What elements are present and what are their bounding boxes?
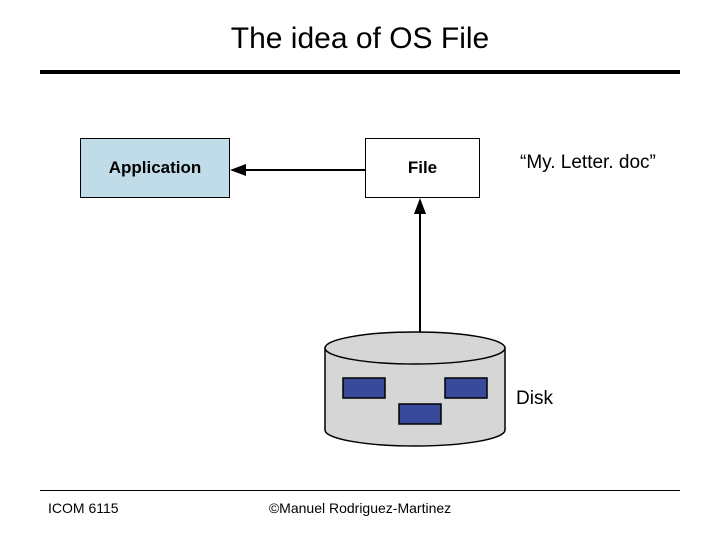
disk-icon	[323, 330, 507, 448]
slide: The idea of OS File Application File “My…	[0, 0, 720, 540]
arrow-app-file	[230, 160, 365, 180]
title-divider	[40, 70, 680, 74]
application-box: Application	[80, 138, 230, 198]
application-box-label: Application	[109, 158, 202, 178]
file-box: File	[365, 138, 480, 198]
slide-title: The idea of OS File	[0, 22, 720, 56]
footer-copyright: ©Manuel Rodriguez-Martinez	[0, 500, 720, 516]
filename-label: “My. Letter. doc”	[520, 152, 656, 174]
disk-label: Disk	[516, 388, 553, 410]
file-box-label: File	[408, 158, 437, 178]
footer-divider	[40, 490, 680, 491]
arrow-disk-file	[410, 198, 430, 340]
